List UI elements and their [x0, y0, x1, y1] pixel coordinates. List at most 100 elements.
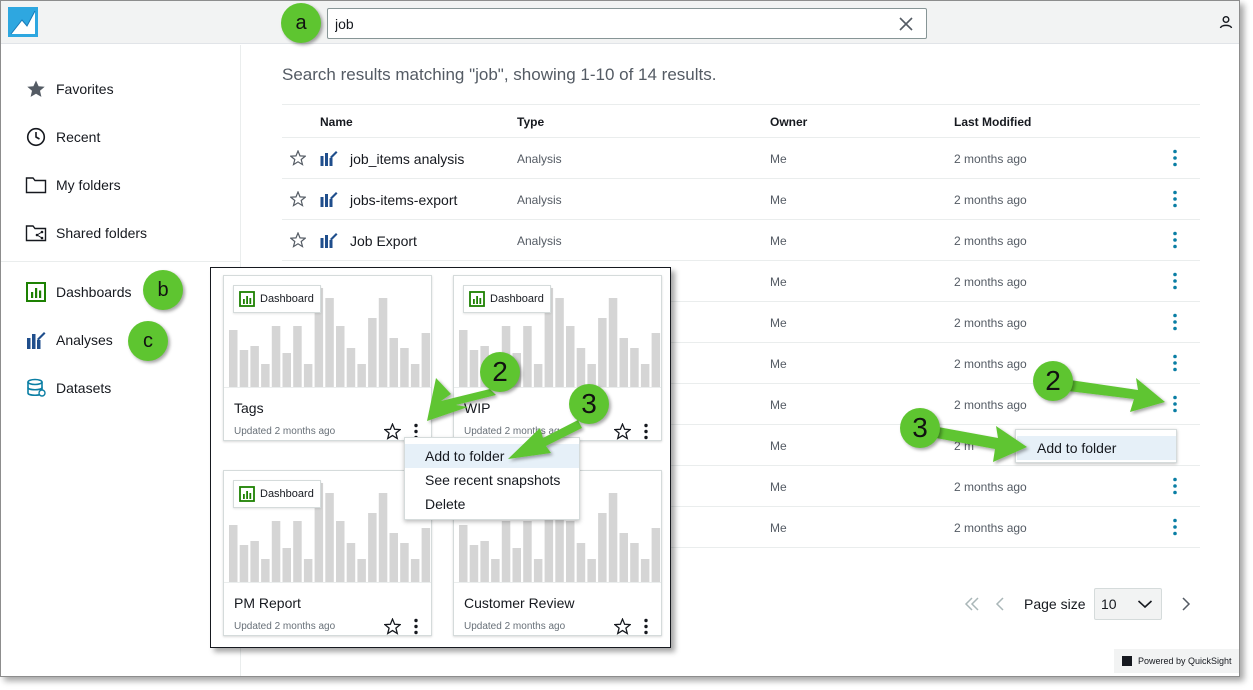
annotation-badge-2-left: 2 — [480, 352, 520, 392]
card-updated: Updated 2 months ago — [234, 426, 336, 437]
thumbnail-bar — [410, 364, 420, 387]
thumbnail-bar — [229, 330, 238, 387]
star-filled-icon — [27, 80, 45, 97]
menu-item-add-to-folder[interactable]: Add to folder — [1017, 436, 1176, 460]
clear-search-icon[interactable] — [898, 16, 914, 32]
sidebar-item-favorites[interactable]: Favorites — [25, 77, 114, 101]
more-actions-icon[interactable] — [1170, 354, 1180, 372]
menu-item-add-to-folder[interactable]: Add to folder — [405, 444, 579, 468]
row-owner: Me — [770, 480, 787, 494]
dashboard-card[interactable]: Dashboard Tags Updated 2 months ago — [223, 275, 432, 441]
badge-label: Dashboard — [260, 293, 314, 305]
more-actions-icon[interactable] — [1170, 190, 1180, 208]
thumbnail-bar — [282, 353, 291, 387]
star-outline-icon[interactable] — [290, 150, 306, 166]
thumbnail-bar — [533, 364, 543, 387]
results-title: Search results matching "job", showing 1… — [282, 65, 717, 84]
column-header-modified[interactable]: Last Modified — [954, 115, 1031, 129]
row-last-modified: 2 months ago — [954, 152, 1027, 166]
sidebar-item-shared-folders[interactable]: Shared folders — [25, 221, 147, 245]
row-owner: Me — [770, 521, 787, 535]
badge-label: Dashboard — [490, 293, 544, 305]
first-page-icon[interactable] — [963, 596, 981, 612]
card-updated: Updated 2 months ago — [234, 621, 336, 632]
sidebar-item-datasets[interactable]: Datasets — [25, 376, 111, 400]
row-owner: Me — [770, 275, 787, 289]
table-row[interactable]: Job Export Analysis Me 2 months ago — [282, 220, 1200, 261]
card-thumbnail[interactable]: Dashboard — [224, 276, 431, 388]
star-outline-icon[interactable] — [614, 618, 631, 635]
row-name[interactable]: Job Export — [350, 233, 417, 249]
annotation-badge-c: c — [128, 321, 168, 361]
thumbnail-bar — [293, 326, 302, 387]
sidebar-item-my-folders[interactable]: My folders — [25, 173, 121, 197]
dataset-icon — [27, 378, 46, 397]
row-owner: Me — [770, 357, 787, 371]
card-updated: Updated 2 months ago — [464, 426, 566, 437]
column-header-name[interactable]: Name — [320, 115, 353, 129]
menu-item-delete[interactable]: Delete — [405, 492, 579, 516]
quicksight-logo-icon[interactable] — [8, 7, 38, 37]
sidebar-item-label: Dashboards — [56, 284, 132, 300]
star-outline-icon[interactable] — [384, 423, 401, 440]
page-size-select[interactable]: 10 — [1094, 588, 1162, 620]
row-last-modified: 2 months ago — [954, 480, 1027, 494]
star-outline-icon[interactable] — [384, 618, 401, 635]
thumbnail-bar — [293, 521, 302, 582]
card-title[interactable]: Customer Review — [464, 595, 574, 611]
analysis-icon — [27, 332, 46, 349]
more-actions-icon[interactable] — [1170, 477, 1180, 495]
star-outline-icon[interactable] — [290, 232, 306, 248]
card-thumbnail[interactable]: Dashboard — [224, 471, 431, 583]
user-icon[interactable] — [1219, 15, 1233, 29]
card-title[interactable]: Tags — [234, 400, 264, 416]
search-input[interactable] — [335, 14, 875, 34]
sidebar-item-analyses[interactable]: Analyses — [25, 328, 113, 352]
previous-page-icon[interactable] — [993, 596, 1007, 612]
sidebar-item-recent[interactable]: Recent — [25, 125, 100, 149]
next-page-icon[interactable] — [1179, 596, 1193, 612]
thumbnail-bar — [587, 559, 596, 582]
thumbnail-bar — [303, 559, 313, 582]
thumbnail-bar — [491, 559, 500, 582]
star-outline-icon[interactable] — [614, 423, 631, 440]
column-header-owner[interactable]: Owner — [770, 115, 807, 129]
thumbnail-bar — [282, 548, 291, 582]
more-actions-icon[interactable] — [412, 618, 420, 635]
analysis-icon — [320, 233, 338, 248]
thumbnail-bar — [346, 348, 356, 387]
column-header-type[interactable]: Type — [517, 115, 544, 129]
more-actions-icon[interactable] — [1170, 272, 1180, 290]
shared-folder-icon — [25, 225, 47, 242]
card-title[interactable]: WIP — [464, 400, 490, 416]
table-row[interactable]: job_items analysis Analysis Me 2 months ago — [282, 138, 1200, 179]
thumbnail-bar — [325, 493, 334, 582]
thumbnail-bar — [250, 541, 259, 582]
more-actions-icon[interactable] — [1170, 313, 1180, 331]
row-type: Analysis — [517, 193, 562, 207]
badge-label: Dashboard — [260, 488, 314, 500]
more-actions-icon[interactable] — [1170, 231, 1180, 249]
thumbnail-bar — [400, 348, 409, 387]
thumbnail-bar — [239, 350, 249, 387]
dashboard-card[interactable]: Dashboard PM Report Updated 2 months ago — [223, 470, 432, 636]
sidebar-item-dashboards[interactable]: Dashboards — [25, 280, 132, 304]
thumbnail-bar — [630, 543, 639, 582]
row-owner: Me — [770, 316, 787, 330]
row-name[interactable]: jobs-items-export — [350, 192, 457, 208]
search-box — [327, 8, 927, 39]
star-outline-icon[interactable] — [290, 191, 306, 207]
more-actions-icon[interactable] — [1170, 395, 1180, 413]
menu-item-see-recent-snapshots[interactable]: See recent snapshots — [405, 468, 579, 492]
more-actions-icon[interactable] — [642, 423, 650, 440]
thumbnail-bar — [576, 543, 586, 582]
sidebar-item-label: Favorites — [56, 81, 114, 97]
more-actions-icon[interactable] — [642, 618, 650, 635]
thumbnail-bar — [555, 298, 564, 387]
more-actions-icon[interactable] — [1170, 518, 1180, 536]
table-row[interactable]: jobs-items-export Analysis Me 2 months ago — [282, 179, 1200, 220]
more-actions-icon[interactable] — [1170, 149, 1180, 167]
row-name[interactable]: job_items analysis — [350, 151, 464, 167]
thumbnail-bar — [469, 545, 479, 582]
card-title[interactable]: PM Report — [234, 595, 301, 611]
